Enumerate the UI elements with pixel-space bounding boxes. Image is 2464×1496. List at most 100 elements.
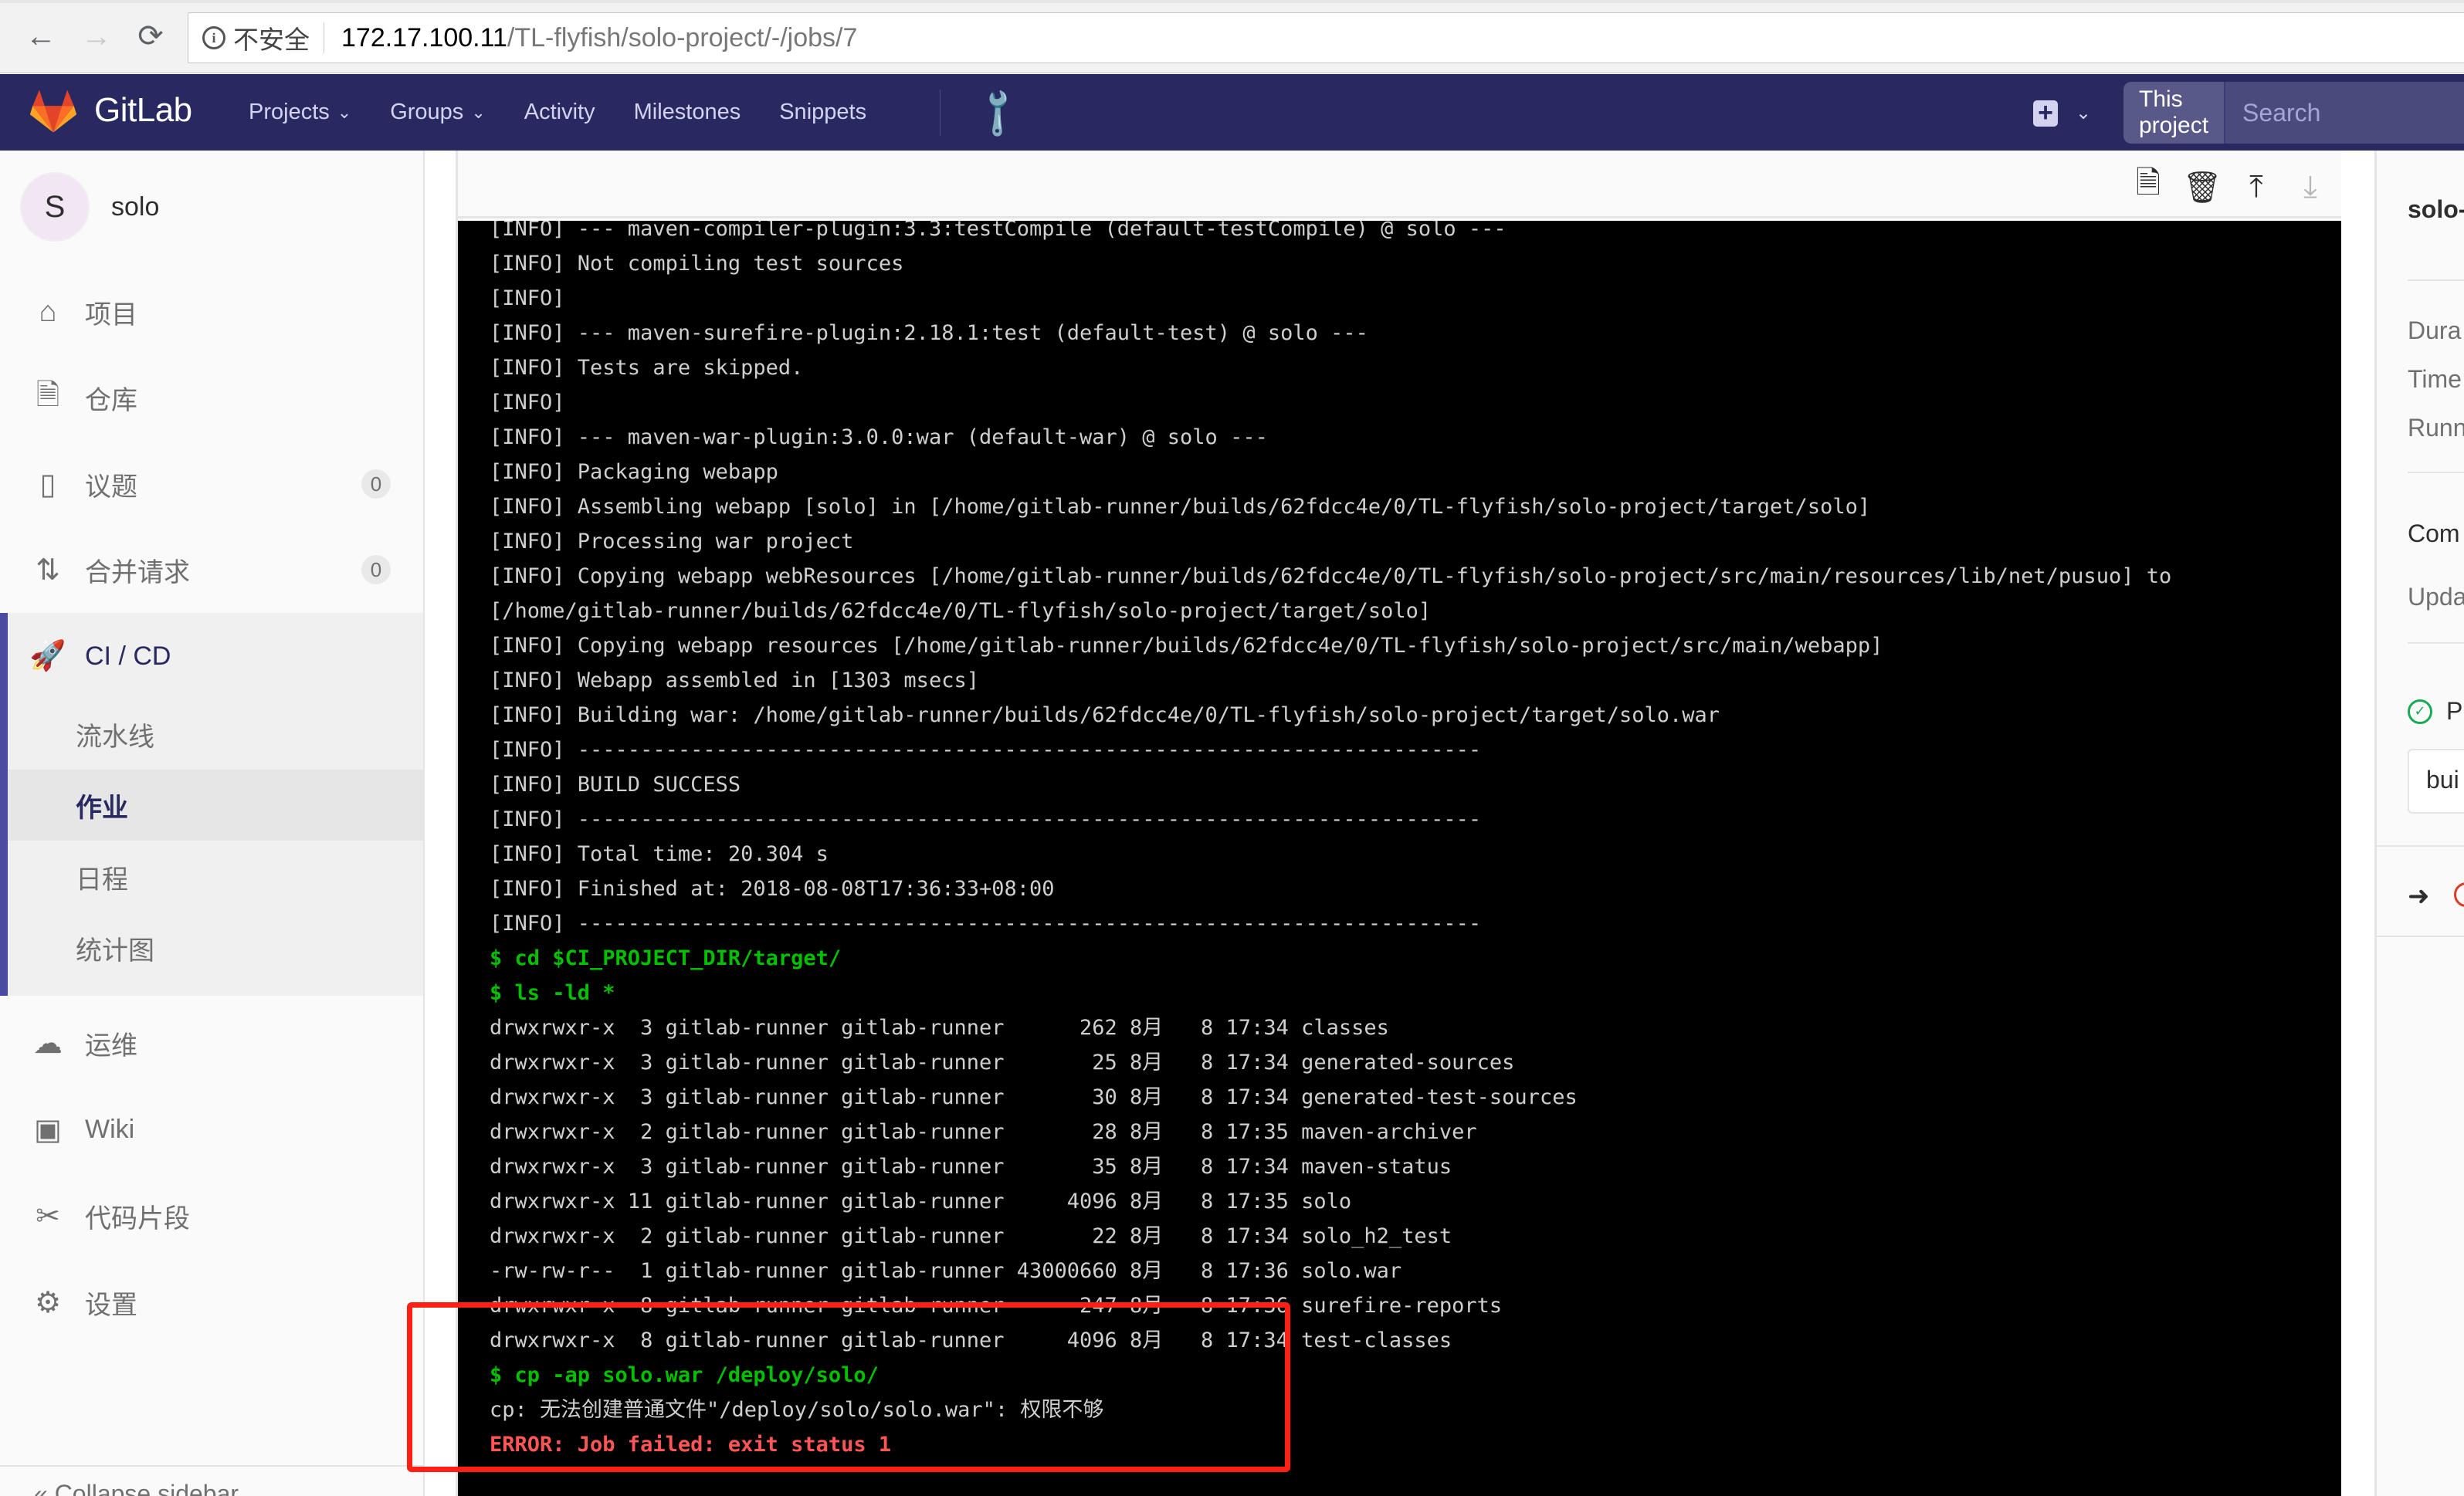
project-header[interactable]: S solo: [20, 172, 159, 242]
sidebar-item-cicd[interactable]: 🚀 CI / CD: [0, 613, 423, 699]
rocket-icon: 🚀: [29, 640, 66, 672]
sidebar-item-wiki[interactable]: ▣ Wiki: [0, 1086, 423, 1173]
sidebar-item-settings[interactable]: ⚙ 设置: [0, 1259, 423, 1345]
project-avatar[interactable]: S: [20, 172, 90, 242]
failed-status-icon[interactable]: [2454, 882, 2464, 907]
url-host: 172.17.100.11: [341, 22, 507, 52]
job-details-sidebar: solo- Dura Time Runn Com Upda ✓ Pi bui ➜: [2374, 151, 2464, 1496]
admin-wrench-icon[interactable]: 🔧: [969, 83, 1028, 142]
sidebar-item-issues[interactable]: ▯ 议题 0: [0, 441, 423, 527]
log-line: drwxrwxr-x 11 gitlab-runner gitlab-runne…: [490, 1190, 1352, 1213]
nav-snippets[interactable]: Snippets: [779, 100, 866, 125]
chevron-down-icon: ⌄: [337, 102, 352, 122]
log-line: [INFO] Tests are skipped.: [490, 356, 804, 380]
sidebar-subitem-charts[interactable]: 统计图: [8, 912, 423, 983]
arrow-right-icon: ➜: [2408, 882, 2430, 911]
log-toolbar: 🗎 🗑 ⤒ ⤓: [458, 151, 2341, 218]
sidebar-item-label: 运维: [85, 1031, 137, 1061]
log-line: [INFO] Finished at: 2018-08-08T17:36:33+…: [490, 877, 1055, 901]
log-lines: [INFO] --- maven-compiler-plugin:3.3:tes…: [490, 221, 2171, 1462]
chevron-down-icon[interactable]: ⌄: [2076, 102, 2091, 124]
search-input[interactable]: [2225, 82, 2464, 144]
scissors-icon: ✂: [36, 1200, 60, 1233]
divider: [2408, 279, 2464, 281]
divider: [2377, 936, 2464, 937]
scroll-bottom-icon[interactable]: ⤓: [2291, 168, 2330, 206]
log-line: [INFO] Webapp assembled in [1303 msecs]: [490, 668, 979, 692]
search-box: This project: [2123, 82, 2464, 144]
sidebar-item-snippets[interactable]: ✂ 代码片段: [0, 1173, 423, 1259]
updated-label: Upda: [2408, 583, 2464, 611]
log-command-line: $ cp -ap solo.war /deploy/solo/: [490, 1363, 879, 1387]
sidebar-item-repository[interactable]: 🗎 仓库: [0, 354, 423, 441]
sidebar-subitem-pipelines[interactable]: 流水线: [8, 699, 423, 770]
collapse-sidebar-button[interactable]: « Collapse sidebar: [34, 1480, 239, 1496]
log-line: [INFO] --- maven-surefire-plugin:2.18.1:…: [490, 321, 1368, 345]
runner-label: Runn: [2408, 414, 2464, 442]
job-log-panel: 🗎 🗑 ⤒ ⤓ [INFO] --- maven-compiler-plugin…: [456, 151, 2341, 1496]
nav-links: Projects ⌄ Groups ⌄ Activity Milestones Sn…: [249, 74, 905, 151]
brand-name[interactable]: GitLab: [94, 91, 192, 130]
stage-dropdown[interactable]: bui: [2408, 749, 2464, 814]
home-icon: ⌂: [39, 295, 57, 328]
sidebar-item-label: 项目: [85, 300, 137, 330]
sidebar-item-label: 代码片段: [85, 1203, 190, 1234]
sidebar-item-label: 仓库: [85, 385, 137, 415]
nav-activity[interactable]: Activity: [524, 100, 595, 125]
log-error-line: ERROR: Job failed: exit status 1: [490, 1433, 892, 1457]
log-line: drwxrwxr-x 3 gitlab-runner gitlab-runner…: [490, 1085, 1578, 1109]
log-line: [INFO]: [490, 286, 565, 310]
back-arrow-icon[interactable]: ←: [22, 17, 60, 56]
log-line: drwxrwxr-x 3 gitlab-runner gitlab-runner…: [490, 1155, 1452, 1179]
sidebar-item-operations[interactable]: ☁ 运维: [0, 1000, 423, 1086]
trash-icon[interactable]: 🗑: [2183, 168, 2222, 206]
forward-arrow-icon[interactable]: →: [77, 17, 116, 56]
nav-projects[interactable]: Projects ⌄: [249, 100, 351, 125]
log-line: [INFO] Copying webapp resources [/home/g…: [490, 634, 1883, 658]
job-title: solo-: [2408, 195, 2464, 223]
log-line: [INFO] --- maven-compiler-plugin:3.3:tes…: [490, 221, 1507, 241]
address-bar[interactable]: i 不安全 172.17.100.11 /TL-flyfish/solo-pro…: [188, 12, 2464, 63]
pipeline-status[interactable]: ✓ Pi: [2408, 697, 2464, 726]
new-plus-icon[interactable]: +: [2033, 100, 2058, 127]
success-check-icon: ✓: [2408, 699, 2432, 724]
log-line: drwxrwxr-x 2 gitlab-runner gitlab-runner…: [490, 1224, 1452, 1248]
sidebar-item-label: CI / CD: [85, 641, 171, 671]
issues-count-badge: 0: [361, 469, 391, 499]
log-line: drwxrwxr-x 3 gitlab-runner gitlab-runner…: [490, 1016, 1389, 1040]
nav-groups[interactable]: Groups ⌄: [390, 100, 486, 125]
log-line: [INFO]: [490, 391, 565, 415]
sidebar-group-cicd: 🚀 CI / CD 流水线 作业 日程 统计图: [0, 613, 423, 996]
log-line: cp: 无法创建普通文件"/deploy/solo/solo.war": 权限不…: [490, 1398, 1104, 1422]
log-line: [INFO] Not compiling test sources: [490, 252, 904, 276]
merge-requests-count-badge: 0: [361, 555, 391, 584]
project-name[interactable]: solo: [111, 192, 159, 222]
sidebar-item-merge-requests[interactable]: ⇅ 合并请求 0: [0, 526, 423, 613]
sidebar-subitem-jobs[interactable]: 作业: [8, 770, 423, 841]
double-chevron-left-icon: «: [34, 1480, 48, 1496]
reload-icon[interactable]: ⟳: [131, 17, 170, 56]
log-line: drwxrwxr-x 8 gitlab-runner gitlab-runner…: [490, 1294, 1503, 1318]
info-icon[interactable]: i: [202, 26, 225, 49]
search-scope-badge[interactable]: This project: [2123, 82, 2226, 144]
log-line: [INFO] Assembling webapp [solo] in [/hom…: [490, 495, 1871, 519]
log-line: drwxrwxr-x 8 gitlab-runner gitlab-runner…: [490, 1328, 1452, 1352]
collapse-sidebar-label: Collapse sidebar: [54, 1480, 239, 1496]
pipeline-label: Pi: [2446, 697, 2464, 725]
gitlab-logo-icon[interactable]: [29, 88, 77, 134]
nav-projects-label: Projects: [249, 100, 330, 124]
tab-strip: [0, 0, 2464, 3]
sidebar-item-label: Wiki: [85, 1114, 135, 1144]
log-line: [INFO] BUILD SUCCESS: [490, 773, 741, 797]
sidebar-item-project[interactable]: ⌂ 项目: [0, 269, 423, 355]
log-line: drwxrwxr-x 2 gitlab-runner gitlab-runner…: [490, 1120, 1477, 1144]
log-line: [INFO] ---------------------------------…: [490, 738, 1482, 762]
log-line: [/home/gitlab-runner/builds/62fdcc4e/0/T…: [490, 599, 1432, 623]
log-command-line: $ ls -ld *: [490, 981, 615, 1005]
sidebar-subitem-schedules[interactable]: 日程: [8, 841, 423, 912]
log-line: [INFO] Building war: /home/gitlab-runner…: [490, 703, 1720, 727]
duration-label: Dura: [2408, 316, 2462, 344]
scroll-top-icon[interactable]: ⤒: [2237, 168, 2276, 206]
raw-log-icon[interactable]: 🗎: [2129, 166, 2167, 206]
nav-milestones[interactable]: Milestones: [634, 100, 741, 125]
